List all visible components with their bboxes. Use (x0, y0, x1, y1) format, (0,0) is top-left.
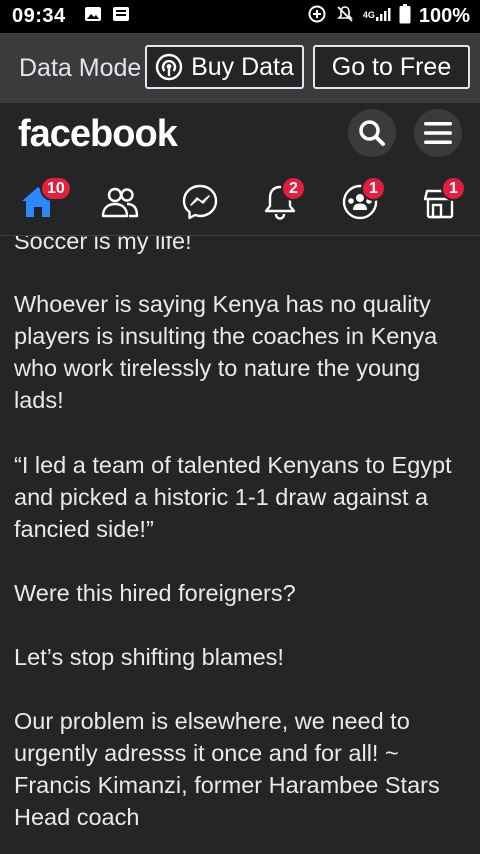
broadcast-icon (155, 53, 183, 81)
battery-icon (399, 4, 411, 29)
status-left-icons (84, 6, 130, 27)
menu-icon (422, 119, 454, 147)
tab-notifications[interactable]: 2 (250, 173, 310, 231)
post-paragraph: Our problem is elsewhere, we need to urg… (14, 708, 440, 830)
tab-marketplace[interactable]: 1 (410, 173, 470, 231)
image-icon (84, 6, 102, 27)
network-label: 4G (362, 10, 375, 20)
post-paragraph: “I led a team of talented Kenyans to Egy… (14, 452, 452, 542)
tab-home[interactable]: 10 (8, 173, 72, 231)
post-paragraph: Let’s stop shifting blames! (14, 644, 284, 670)
buy-data-button[interactable]: Buy Data (145, 45, 304, 89)
marketplace-badge: 1 (441, 176, 466, 201)
tab-friends[interactable] (90, 173, 150, 231)
buy-data-label: Buy Data (191, 52, 294, 81)
status-right-group: 4G 100% (307, 4, 470, 29)
search-button[interactable] (348, 109, 396, 157)
status-bar: 09:34 4G 100% (0, 0, 480, 33)
friends-icon (100, 185, 140, 219)
notifications-badge: 2 (281, 176, 306, 201)
status-time: 09:34 (12, 5, 66, 27)
signal-icon (375, 6, 391, 27)
post-paragraph: Soccer is my life! (14, 236, 192, 254)
data-mode-bar: Data Mode Buy Data Go to Free (0, 33, 480, 103)
messenger-icon (181, 183, 219, 221)
tab-messenger[interactable] (170, 173, 230, 231)
message-icon (112, 6, 130, 27)
data-mode-label: Data Mode (19, 53, 142, 82)
go-to-free-label: Go to Free (331, 52, 452, 81)
mute-icon (335, 4, 355, 29)
post-paragraph: Were this hired foreigners? (14, 580, 296, 606)
nav-bar: 10 2 1 1 (0, 173, 480, 231)
post-paragraph: Whoever is saying Kenya has no quality p… (14, 291, 438, 413)
menu-button[interactable] (414, 109, 462, 157)
groups-badge: 1 (361, 176, 386, 201)
facebook-header: facebook 10 2 1 1 (0, 103, 480, 236)
battery-percent: 100% (418, 5, 470, 27)
go-to-free-button[interactable]: Go to Free (313, 45, 470, 89)
facebook-logo[interactable]: facebook (18, 113, 178, 156)
tab-groups[interactable]: 1 (330, 173, 390, 231)
search-icon (357, 118, 387, 148)
data-saver-icon (307, 4, 327, 29)
post-body: Soccer is my life! Whoever is saying Ken… (0, 236, 480, 854)
home-badge: 10 (40, 176, 72, 201)
